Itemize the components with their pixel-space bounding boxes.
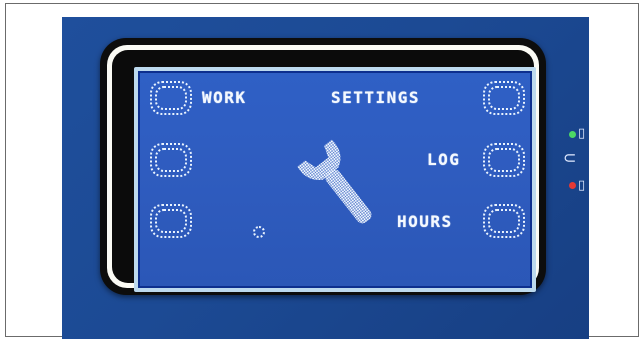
soft-key-left-top[interactable] bbox=[150, 81, 192, 115]
soft-key-left-middle[interactable] bbox=[150, 143, 192, 177]
wrench-icon bbox=[297, 139, 372, 224]
soft-key-right-middle[interactable] bbox=[483, 143, 525, 177]
red-led-indicator bbox=[569, 182, 576, 189]
side-symbol-lower-icon: ▯ bbox=[578, 178, 586, 193]
connector-icon: ⊂ bbox=[563, 148, 577, 167]
status-indicator-icon bbox=[253, 226, 265, 238]
control-panel: WORK SETTINGS LOG HOURS ▯ ⊂ ▯ bbox=[62, 17, 589, 339]
green-led-indicator bbox=[569, 131, 576, 138]
hours-label[interactable]: HOURS bbox=[397, 213, 453, 231]
soft-key-right-bottom[interactable] bbox=[483, 204, 525, 238]
display-bezel: WORK SETTINGS LOG HOURS bbox=[100, 38, 546, 295]
log-label[interactable]: LOG bbox=[427, 151, 460, 169]
display-inner-frame: WORK SETTINGS LOG HOURS bbox=[112, 50, 536, 292]
side-symbol-icon: ▯ bbox=[578, 126, 586, 141]
settings-label[interactable]: SETTINGS bbox=[331, 89, 420, 107]
work-label[interactable]: WORK bbox=[202, 89, 247, 107]
lcd-display: WORK SETTINGS LOG HOURS bbox=[138, 71, 532, 288]
image-frame: WORK SETTINGS LOG HOURS ▯ ⊂ ▯ bbox=[5, 3, 639, 339]
soft-key-right-top[interactable] bbox=[483, 81, 525, 115]
display-bezel-ring: WORK SETTINGS LOG HOURS bbox=[107, 45, 539, 292]
soft-key-left-bottom[interactable] bbox=[150, 204, 192, 238]
lcd-screen: WORK SETTINGS LOG HOURS bbox=[134, 67, 536, 292]
